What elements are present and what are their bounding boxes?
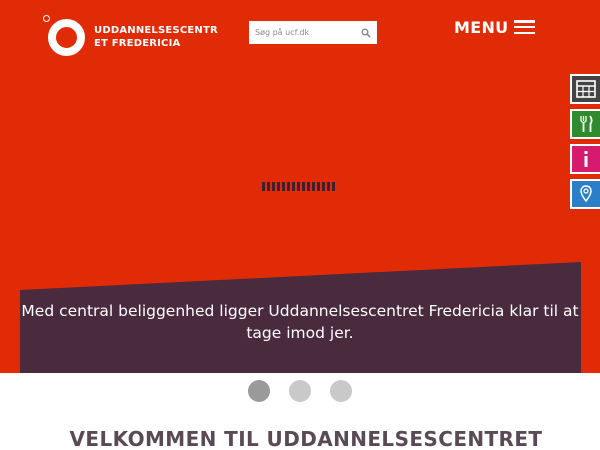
carousel-dot[interactable] [289,380,311,402]
loading-indicator [262,182,335,191]
search-box [249,21,377,44]
info-icon [584,151,588,167]
calendar-icon [576,80,596,98]
location-pin-icon [580,185,592,203]
location-button[interactable] [570,179,600,209]
search-button[interactable] [358,25,373,40]
logo-text: UDDANNELSESCENTRET FREDERICIA [94,25,218,49]
carousel-dot[interactable] [330,380,352,402]
hero-caption: Med central beliggenhed ligger Uddannels… [21,302,579,342]
info-button[interactable] [570,144,600,174]
logo-ring-icon [48,19,85,56]
hero-section: UDDANNELSESCENTRET FREDERICIA MENU Med c… [0,0,600,373]
menu-label: MENU [454,17,509,37]
hamburger-icon [514,20,536,34]
carousel-indicators [0,380,600,402]
food-button[interactable] [570,109,600,139]
menu-button[interactable]: MENU [454,15,536,39]
logo-dot-icon [43,15,50,22]
fork-knife-icon [580,115,593,132]
carousel-dot[interactable] [248,380,270,402]
calendar-button[interactable] [570,74,600,104]
welcome-heading: VELKOMMEN TIL UDDANNELSESCENTRET [69,427,543,450]
search-input[interactable] [249,21,357,44]
search-icon [361,28,371,38]
